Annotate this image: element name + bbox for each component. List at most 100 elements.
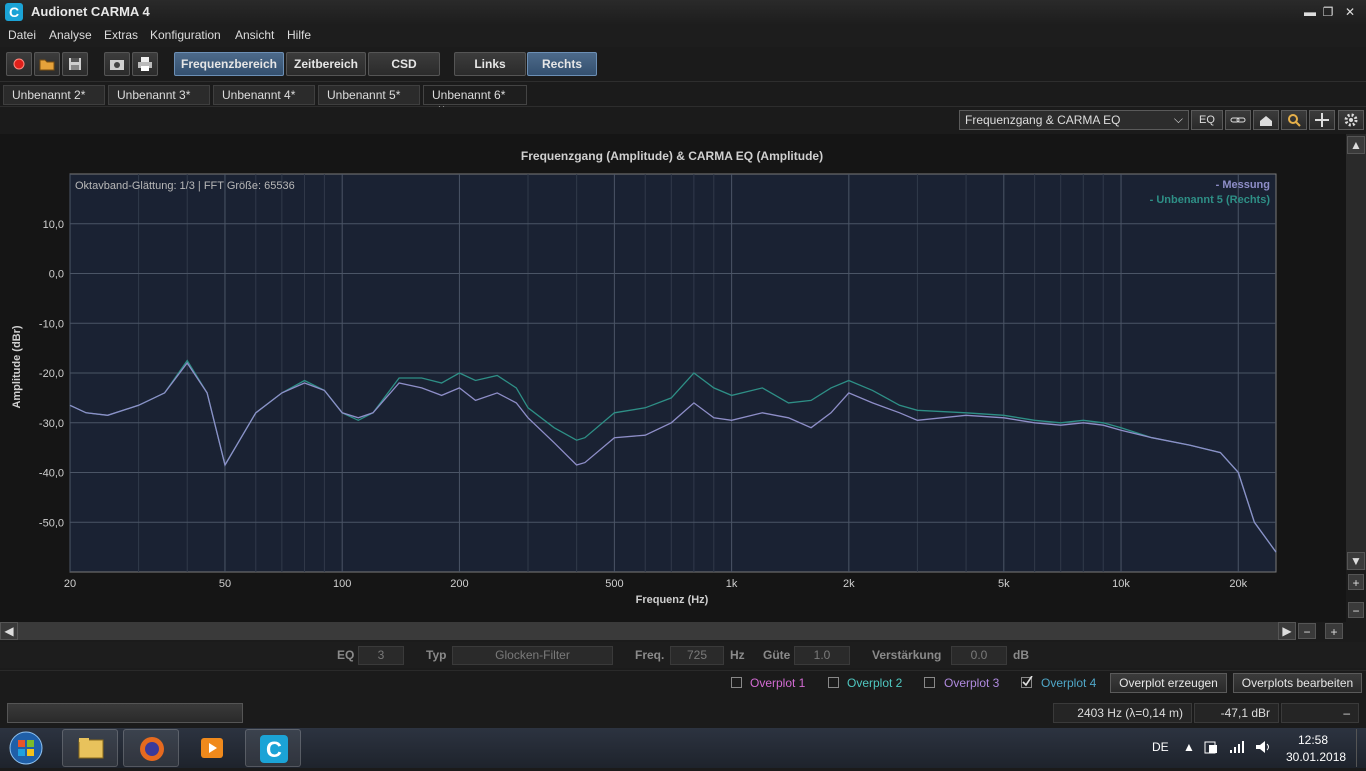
settings-button[interactable] (1338, 110, 1364, 130)
open-button[interactable] (34, 52, 60, 76)
tab-unbenannt-3[interactable]: Unbenannt 3* (108, 85, 210, 105)
edit-overplots-button[interactable]: Overplots bearbeiten (1233, 673, 1362, 693)
zeitbereich-button[interactable]: Zeitbereich (286, 52, 366, 76)
zoom-out-x-icon[interactable]: − (1298, 623, 1316, 639)
eq-number-select[interactable]: 3 (358, 646, 404, 665)
x-tick-label: 1k (726, 578, 738, 590)
tab-bar: Unbenannt 2* Unbenannt 3* Unbenannt 4* U… (0, 83, 1366, 116)
overplot-2-label: Overplot 2 (847, 676, 903, 690)
y-tick-label: -10,0 (39, 318, 64, 330)
restore-icon[interactable]: ❐ (1318, 4, 1338, 20)
window-title: Audionet CARMA 4 (31, 4, 150, 19)
screenshot-icon (110, 60, 124, 70)
view-select[interactable]: Frequenzgang & CARMA EQ ⌵ (959, 110, 1189, 130)
create-overplot-button[interactable]: Overplot erzeugen (1110, 673, 1227, 693)
network-signal-icon[interactable] (1228, 739, 1246, 755)
file-explorer-icon[interactable] (62, 729, 118, 767)
overplot-4-checkbox[interactable] (1021, 676, 1033, 688)
x-tick-label: 2k (843, 578, 855, 590)
overplot-1-label: Overplot 1 (750, 676, 806, 690)
freq-input[interactable]: 725 (670, 646, 724, 665)
menu-hilfe[interactable]: Hilfe (287, 28, 311, 42)
language-indicator[interactable]: DE (1152, 740, 1169, 754)
volume-icon[interactable] (1254, 739, 1272, 755)
menu-analyse[interactable]: Analyse (49, 28, 92, 42)
record-button[interactable] (6, 52, 32, 76)
tab-unbenannt-4[interactable]: Unbenannt 4* (213, 85, 315, 105)
link-icon (1230, 117, 1246, 123)
gute-input[interactable]: 1.0 (794, 646, 850, 665)
eq-button[interactable]: EQ (1191, 110, 1223, 130)
menu-ansicht[interactable]: Ansicht (235, 28, 274, 42)
zoom-in-y-icon[interactable]: + (1348, 574, 1364, 590)
print-button[interactable] (132, 52, 158, 76)
status-dropdown[interactable]: – (1281, 703, 1359, 723)
tab-unbenannt-6[interactable]: Unbenannt 6* × (423, 85, 527, 116)
overplot-3-checkbox[interactable] (924, 677, 935, 688)
menu-konfiguration[interactable]: Konfiguration (150, 28, 221, 42)
x-tick-label: 500 (605, 578, 623, 590)
scroll-right-icon[interactable]: ▶ (1278, 622, 1296, 640)
tab-unbenannt-5[interactable]: Unbenannt 5* (318, 85, 420, 105)
app-logo-icon: C (5, 3, 23, 21)
view-select-value: Frequenzgang & CARMA EQ (965, 113, 1121, 127)
gain-input[interactable]: 0.0 (951, 646, 1007, 665)
clock-date: 30.01.2018 (1286, 750, 1347, 764)
link-button[interactable] (1225, 110, 1251, 130)
open-folder-icon (39, 59, 55, 71)
minimize-icon[interactable]: ▬ (1300, 4, 1320, 20)
legend-messung: - Messung (1216, 179, 1270, 191)
y-tick-label: -40,0 (39, 468, 64, 480)
checkmark-icon (1022, 676, 1033, 687)
csd-button[interactable]: CSD (368, 52, 440, 76)
home-icon (1260, 116, 1272, 126)
media-player-icon[interactable] (184, 729, 240, 767)
show-desktop-button[interactable] (1356, 729, 1366, 767)
rechts-button[interactable]: Rechts (527, 52, 597, 76)
carma-icon[interactable]: C (245, 729, 301, 767)
firefox-icon[interactable] (123, 729, 179, 767)
menu-extras[interactable]: Extras (104, 28, 138, 42)
zoom-button[interactable] (1281, 110, 1307, 130)
scroll-left-icon[interactable]: ◀ (0, 622, 18, 640)
x-axis: 20 50 100 200 500 1k 2k 5k 10k 20k (64, 578, 1248, 590)
freq-label: Freq. (635, 648, 665, 662)
gain-unit: dB (1013, 648, 1029, 662)
clock-time: 12:58 (1298, 733, 1329, 747)
links-button[interactable]: Links (454, 52, 526, 76)
scroll-down-icon[interactable]: ▼ (1347, 552, 1365, 570)
horizontal-scrollbar[interactable]: ◀ ▶ (0, 622, 1296, 640)
x-axis-label: Frequenz (Hz) (636, 594, 709, 606)
settings-icon (1344, 113, 1358, 127)
overplot-1-checkbox[interactable] (731, 677, 742, 688)
vertical-scrollbar[interactable]: ▲ ▼ (1346, 134, 1366, 570)
save-button[interactable] (62, 52, 88, 76)
toolbar: Frequenzbereich Zeitbereich CSD Links Re… (0, 47, 1366, 82)
home-button[interactable] (1253, 110, 1279, 130)
zoom-icon (1288, 114, 1301, 127)
cursor-frequency: 2403 Hz (λ=0,14 m) (1053, 703, 1192, 723)
print-icon (138, 57, 152, 71)
x-tick-label: 20 (64, 578, 76, 590)
scroll-up-icon[interactable]: ▲ (1347, 136, 1365, 154)
y-tick-label: -20,0 (39, 368, 64, 380)
tab-label: Unbenannt 6* (432, 88, 506, 102)
overplot-2-checkbox[interactable] (828, 677, 839, 688)
filter-type-select[interactable]: Glocken-Filter (452, 646, 613, 665)
pan-icon (1315, 113, 1329, 127)
close-icon[interactable]: ✕ (1340, 4, 1360, 20)
menu-datei[interactable]: Datei (8, 28, 36, 42)
x-tick-label: 10k (1112, 578, 1130, 590)
tab-unbenannt-2[interactable]: Unbenannt 2* (3, 85, 105, 105)
zoom-in-x-icon[interactable]: + (1325, 623, 1343, 639)
frequency-response-chart[interactable]: Frequenzgang (Amplitude) & CARMA EQ (Amp… (0, 134, 1346, 622)
pan-button[interactable] (1309, 110, 1335, 130)
device-icon[interactable] (1203, 739, 1219, 755)
zoom-out-y-icon[interactable]: − (1348, 602, 1364, 618)
windows-start-icon[interactable] (5, 729, 47, 767)
screenshot-button[interactable] (104, 52, 130, 76)
freq-unit: Hz (730, 648, 745, 662)
tray-expand-icon[interactable]: ▲ (1183, 740, 1195, 754)
frequenzbereich-button[interactable]: Frequenzbereich (174, 52, 284, 76)
svg-text:C: C (266, 737, 282, 762)
